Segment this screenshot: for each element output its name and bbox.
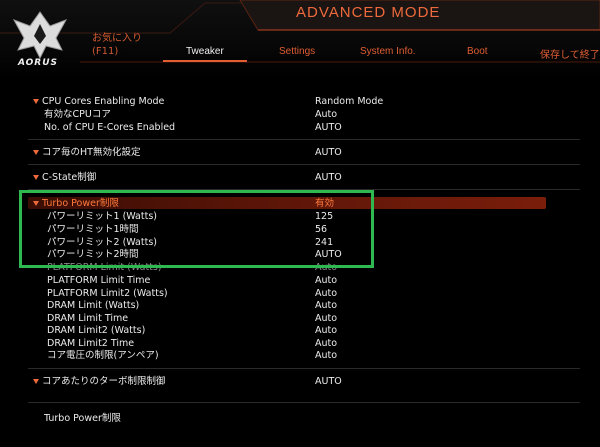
section-divider <box>28 139 580 140</box>
setting-row-per-core-ht-disable[interactable]: コア毎のHT無効化設定 AUTO <box>0 146 600 159</box>
section-divider <box>28 402 580 403</box>
tab-system-info[interactable]: System Info. <box>360 46 416 57</box>
help-description: Turbo Power制限 <box>44 413 121 424</box>
setting-label: パワーリミット1時間 <box>47 224 139 235</box>
setting-label: CPU Cores Enabling Mode <box>42 96 165 107</box>
favorites-button[interactable]: お気に入り (F11) <box>92 32 142 58</box>
setting-row-power-limit-2-time[interactable]: パワーリミット2時間 AUTO <box>0 248 600 261</box>
setting-row-platform-limit-watts[interactable]: PLATFORM Limit (Watts) Auto <box>0 261 600 274</box>
setting-value[interactable]: 56 <box>315 223 327 236</box>
setting-value[interactable]: Auto <box>315 324 337 337</box>
header-bar: AORUS ADVANCED MODE お気に入り (F11) Tweaker … <box>0 0 600 78</box>
setting-row-enabled-cpu-cores[interactable]: 有効なCPUコア Auto <box>0 108 600 121</box>
expand-triangle-icon <box>33 175 39 180</box>
section-divider <box>28 189 580 190</box>
setting-value[interactable]: Random Mode <box>315 95 383 108</box>
setting-label: Turbo Power制限 <box>42 198 119 209</box>
setting-label: パワーリミット1 (Watts) <box>47 211 157 222</box>
setting-label: 有効なCPUコア <box>44 109 111 120</box>
setting-value[interactable]: AUTO <box>315 146 342 159</box>
setting-label: PLATFORM Limit (Watts) <box>47 262 162 273</box>
setting-value[interactable]: Auto <box>315 349 337 362</box>
setting-value[interactable]: AUTO <box>315 171 342 184</box>
expand-triangle-icon <box>33 99 39 104</box>
expand-triangle-icon <box>33 150 39 155</box>
setting-value[interactable]: AUTO <box>315 248 342 261</box>
setting-value[interactable]: AUTO <box>315 121 342 134</box>
setting-row-dram-limit2-watts[interactable]: DRAM Limit2 (Watts) Auto <box>0 324 600 337</box>
tab-save-and-exit[interactable]: 保存して終了 <box>540 46 600 61</box>
tab-boot[interactable]: Boot <box>467 46 488 57</box>
expand-triangle-icon <box>33 379 39 384</box>
mode-title: ADVANCED MODE <box>296 4 441 21</box>
favorites-hotkey: (F11) <box>92 46 119 57</box>
setting-row-e-cores-enabled[interactable]: No. of CPU E-Cores Enabled AUTO <box>0 121 600 134</box>
setting-label: No. of CPU E-Cores Enabled <box>44 122 176 133</box>
setting-row-cpu-cores-enabling-mode[interactable]: CPU Cores Enabling Mode Random Mode <box>0 95 600 108</box>
setting-row-power-limit-1-time[interactable]: パワーリミット1時間 56 <box>0 223 600 236</box>
setting-row-turbo-power-limit[interactable]: Turbo Power制限 有効 <box>0 197 600 210</box>
setting-row-power-limit-1-watts[interactable]: パワーリミット1 (Watts) 125 <box>0 210 600 223</box>
brand-logo-text: AORUS <box>17 58 59 68</box>
setting-label: PLATFORM Limit Time <box>47 275 151 286</box>
setting-value[interactable]: Auto <box>315 108 337 121</box>
tab-settings[interactable]: Settings <box>279 46 315 57</box>
active-tab-indicator <box>163 60 247 62</box>
setting-label: コア毎のHT無効化設定 <box>42 147 141 158</box>
setting-row-dram-limit-watts[interactable]: DRAM Limit (Watts) Auto <box>0 299 600 312</box>
setting-value[interactable]: 125 <box>315 210 333 223</box>
setting-value[interactable]: Auto <box>315 299 337 312</box>
setting-label: コア電圧の制限(アンペア) <box>47 350 159 361</box>
tab-tweaker[interactable]: Tweaker <box>186 46 224 57</box>
setting-label: DRAM Limit (Watts) <box>47 300 140 311</box>
setting-value[interactable]: Auto <box>315 261 337 274</box>
setting-row-c-state-control[interactable]: C-State制御 AUTO <box>0 171 600 184</box>
setting-row-platform-limit-time[interactable]: PLATFORM Limit Time Auto <box>0 274 600 287</box>
setting-label: DRAM Limit2 (Watts) <box>47 325 146 336</box>
setting-label: C-State制御 <box>42 172 97 183</box>
setting-value[interactable]: 有効 <box>315 197 334 210</box>
setting-row-core-current-limit[interactable]: コア電圧の制限(アンペア) Auto <box>0 349 600 362</box>
expand-triangle-icon <box>33 201 39 206</box>
setting-label: パワーリミット2時間 <box>47 249 139 260</box>
setting-label: コアあたりのターボ制限制御 <box>42 376 166 387</box>
setting-value[interactable]: Auto <box>315 274 337 287</box>
setting-value[interactable]: AUTO <box>315 375 342 388</box>
section-divider <box>28 368 580 369</box>
setting-row-per-core-turbo-limit[interactable]: コアあたりのターボ制限制御 AUTO <box>0 375 600 388</box>
section-divider <box>28 164 580 165</box>
favorites-label: お気に入り <box>92 33 142 44</box>
